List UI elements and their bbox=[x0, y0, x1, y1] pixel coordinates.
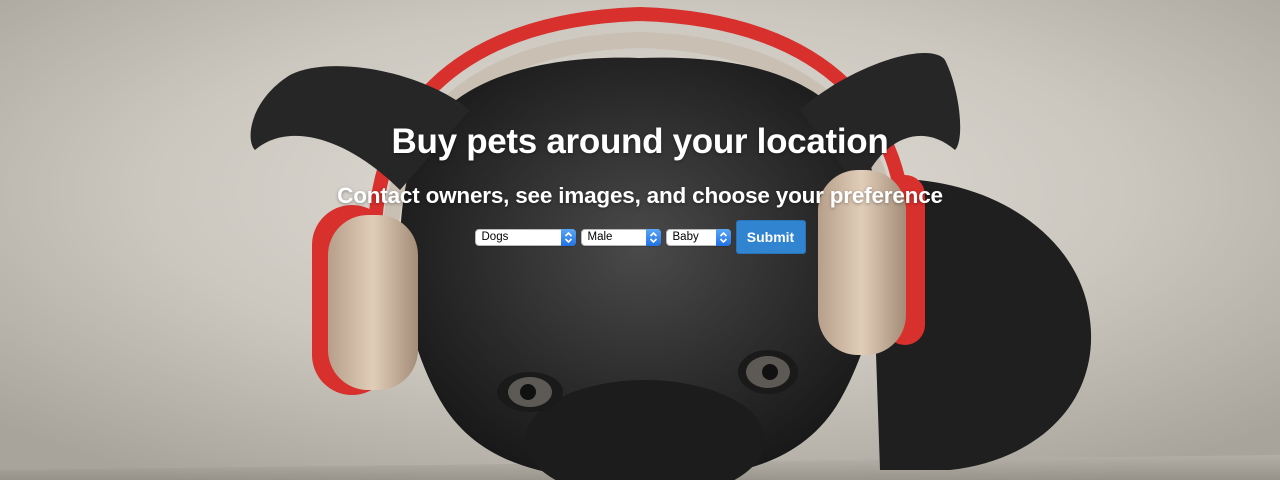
hero-title: Buy pets around your location bbox=[391, 122, 889, 161]
up-down-chevron-icon bbox=[645, 228, 661, 246]
age-select-value: Baby bbox=[672, 231, 699, 243]
gender-select[interactable]: Male bbox=[580, 228, 661, 246]
hero-section: Buy pets around your location Contact ow… bbox=[0, 0, 1280, 480]
submit-button[interactable]: Submit bbox=[735, 220, 806, 254]
pet-type-select-value: Dogs bbox=[481, 231, 509, 243]
up-down-chevron-icon bbox=[560, 228, 576, 246]
pet-search-form: Dogs Male Baby Submit bbox=[0, 220, 1280, 254]
gender-select-value: Male bbox=[587, 231, 613, 243]
hero-subtitle: Contact owners, see images, and choose y… bbox=[337, 183, 943, 208]
hero-content: Buy pets around your location Contact ow… bbox=[0, 0, 1280, 480]
up-down-chevron-icon bbox=[715, 228, 731, 246]
age-select[interactable]: Baby bbox=[665, 228, 731, 246]
pet-type-select[interactable]: Dogs bbox=[474, 228, 576, 246]
